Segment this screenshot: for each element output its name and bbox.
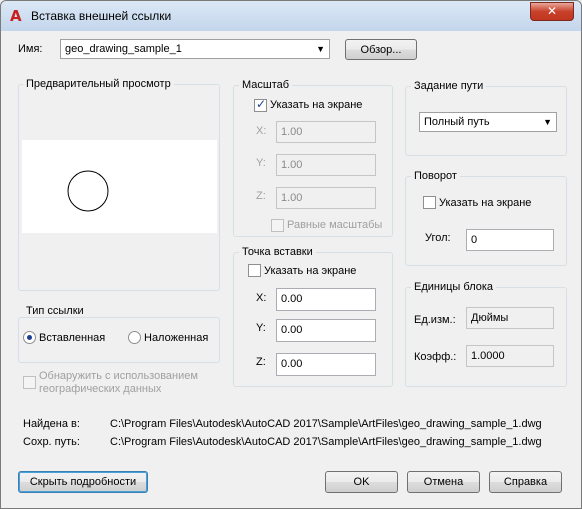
preview-title: Предварительный просмотр (23, 78, 174, 90)
ref-type-title: Тип ссылки (23, 305, 87, 317)
window-title: Вставка внешней ссылки (31, 9, 172, 23)
angle-label: Угол: (425, 232, 451, 244)
scale-y-input[interactable]: 1.00 (276, 154, 376, 176)
found-in-label: Найдена в: (23, 418, 80, 430)
hide-details-button[interactable]: Скрыть подробности (18, 471, 148, 493)
attach-label: Вставленная (39, 332, 106, 344)
browse-button[interactable]: Обзор... (345, 39, 417, 60)
scale-z-input[interactable]: 1.00 (276, 187, 376, 209)
factor-label: Коэфф.: (414, 351, 457, 363)
chevron-down-icon: ▼ (316, 44, 325, 54)
insertion-z-input[interactable]: 0.00 (276, 353, 376, 376)
name-combo[interactable]: geo_drawing_sample_1 ▼ (60, 39, 330, 59)
insertion-x-label: X: (256, 292, 267, 304)
path-title: Задание пути (411, 80, 487, 92)
insertion-y-input[interactable]: 0.00 (276, 319, 376, 342)
title-bar[interactable]: A Вставка внешней ссылки ✕ (1, 1, 581, 31)
unit-value: Дюймы (466, 307, 554, 329)
rotation-title: Поворот (411, 170, 460, 182)
insertion-title: Точка вставки (239, 246, 316, 258)
scale-z-label: Z: (256, 190, 266, 202)
overlay-radio[interactable] (128, 331, 141, 344)
help-button[interactable]: Справка (489, 471, 562, 493)
insertion-x-input[interactable]: 0.00 (276, 288, 376, 311)
overlay-label: Наложенная (144, 332, 209, 344)
insertion-y-label: Y: (256, 322, 266, 334)
rotation-group (405, 176, 567, 266)
insertion-specify-checkbox[interactable] (248, 264, 261, 277)
preview-circle-drawing (67, 170, 109, 212)
scale-x-label: X: (256, 125, 267, 137)
saved-path-label: Сохр. путь: (23, 436, 80, 448)
angle-input[interactable]: 0 (466, 229, 554, 251)
name-combo-value: geo_drawing_sample_1 (65, 43, 182, 55)
scale-title: Масштаб (239, 79, 293, 91)
scale-x-input[interactable]: 1.00 (276, 121, 376, 143)
path-type-combo[interactable]: Полный путь ▼ (419, 112, 557, 132)
geo-locate-label-2: географических данных (39, 383, 162, 395)
unit-label: Ед.изм.: (414, 314, 456, 326)
saved-path-value: C:\Program Files\Autodesk\AutoCAD 2017\S… (110, 436, 542, 448)
insertion-z-label: Z: (256, 356, 266, 368)
chevron-down-icon: ▼ (543, 117, 552, 127)
path-type-value: Полный путь (424, 116, 490, 128)
insertion-specify-label: Указать на экране (264, 265, 357, 277)
attach-radio[interactable] (23, 331, 36, 344)
block-units-group (405, 287, 567, 387)
uniform-scale-checkbox[interactable] (271, 219, 284, 232)
uniform-scale-label: Равные масштабы (287, 219, 383, 231)
preview-canvas (22, 140, 217, 233)
scale-specify-checkbox[interactable] (254, 97, 267, 112)
ok-button[interactable]: OK (325, 471, 398, 493)
close-button[interactable]: ✕ (530, 2, 574, 21)
scale-y-label: Y: (256, 157, 266, 169)
scale-specify-label: Указать на экране (270, 99, 363, 111)
factor-value: 1.0000 (466, 345, 554, 367)
rotation-specify-checkbox[interactable] (423, 196, 436, 209)
block-units-title: Единицы блока (411, 281, 497, 293)
insert-xref-dialog: A Вставка внешней ссылки ✕ Имя: geo_draw… (0, 0, 582, 509)
autocad-logo-icon: A (10, 7, 22, 25)
found-in-path: C:\Program Files\Autodesk\AutoCAD 2017\S… (110, 418, 542, 430)
cancel-button[interactable]: Отмена (407, 471, 480, 493)
geo-locate-label-1: Обнаружить с использованием (39, 370, 198, 382)
name-label: Имя: (18, 43, 43, 55)
rotation-specify-label: Указать на экране (439, 197, 532, 209)
geo-locate-checkbox[interactable] (23, 376, 36, 389)
